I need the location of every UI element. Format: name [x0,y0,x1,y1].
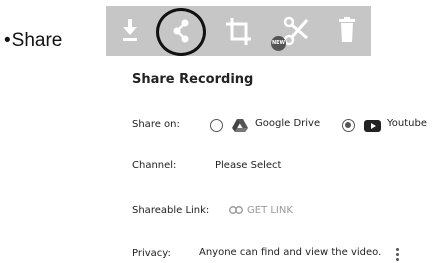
new-badge: NEW [271,36,286,51]
share-on-label: Share on: [132,119,180,130]
radio-google-drive[interactable] [210,119,223,132]
google-drive-icon [232,119,248,132]
crop-button[interactable] [218,6,258,56]
panel-title: Share Recording [132,72,254,87]
google-drive-option-label[interactable]: Google Drive [255,118,320,129]
youtube-option-label[interactable]: Youtube [387,118,427,129]
channel-label: Channel: [132,160,177,171]
share-icon [173,19,189,43]
youtube-icon [364,120,381,132]
scissors-icon [283,16,309,46]
shareable-link-label: Shareable Link: [132,205,210,216]
trash-icon [339,17,355,42]
download-button[interactable] [110,6,150,56]
share-button[interactable] [161,6,201,56]
recording-toolbar: NEW [106,6,371,56]
crop-icon [226,18,251,45]
more-vertical-icon[interactable] [396,248,400,263]
privacy-label: Privacy: [132,248,171,259]
channel-select[interactable]: Please Select [215,160,281,171]
share-bullet-label: •Share [4,30,62,52]
bullet-marker: • [4,30,11,51]
share-label: Share [11,30,63,51]
get-link-label: GET LINK [247,205,293,216]
download-icon [123,19,137,41]
radio-youtube[interactable] [342,119,355,132]
link-icon [229,206,243,214]
privacy-value[interactable]: Anyone can find and view the video. [199,247,381,258]
get-link-button[interactable]: GET LINK [229,205,293,216]
delete-button[interactable] [327,6,367,56]
